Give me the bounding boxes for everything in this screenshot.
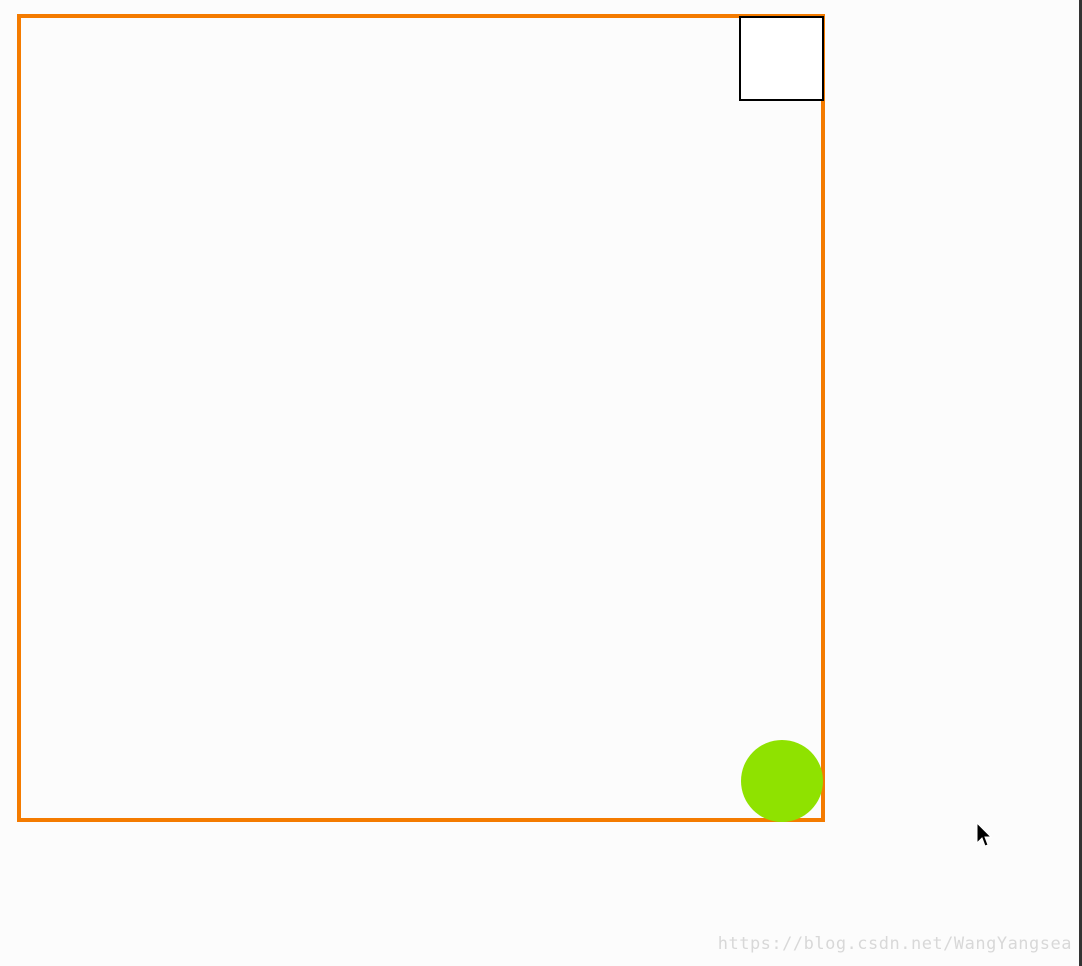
watermark-text: https://blog.csdn.net/WangYangsea [718, 934, 1072, 954]
green-circle[interactable] [741, 740, 823, 822]
inner-black-square[interactable] [739, 16, 824, 101]
outer-orange-box [17, 14, 825, 822]
cursor-icon [975, 821, 995, 849]
